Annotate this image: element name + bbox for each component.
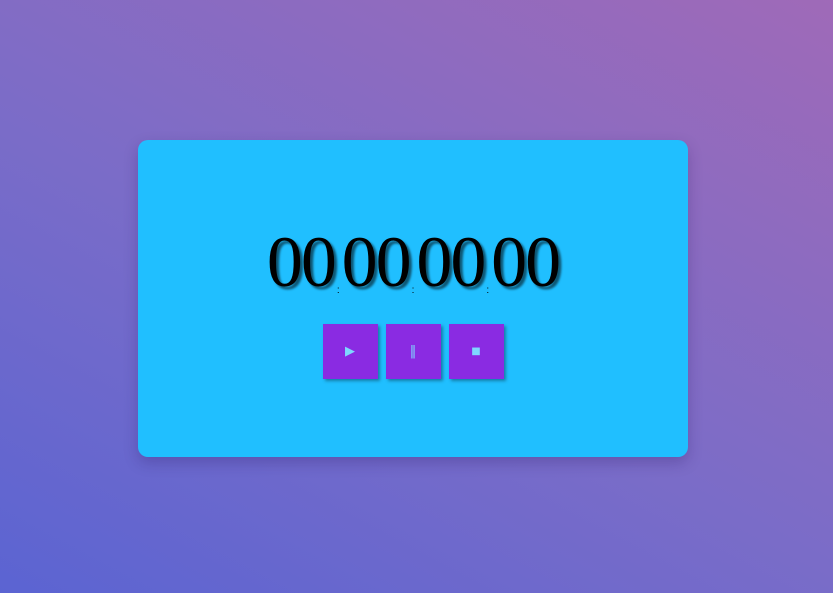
- start-button[interactable]: ▶: [322, 324, 378, 379]
- timer-centiseconds: 00: [491, 222, 561, 302]
- timer-seconds: 00: [416, 222, 486, 302]
- timer-minutes: 00: [341, 222, 412, 302]
- timer-display: 00 : 00 : 00 : 00: [138, 218, 688, 298]
- stopwatch-card: 00 : 00 : 00 : 00 ▶ ‖ ■: [138, 140, 688, 457]
- pause-icon: ‖: [409, 344, 417, 359]
- timer-hours: 00: [266, 222, 337, 302]
- play-icon: ▶: [345, 344, 355, 359]
- timer-separator: :: [411, 285, 415, 296]
- timer-controls: ▶ ‖ ■: [138, 324, 688, 379]
- timer-separator: :: [486, 285, 490, 296]
- pause-button[interactable]: ‖: [385, 324, 441, 379]
- stop-button[interactable]: ■: [448, 324, 504, 379]
- timer-separator: :: [336, 285, 340, 296]
- stop-icon: ■: [471, 345, 481, 357]
